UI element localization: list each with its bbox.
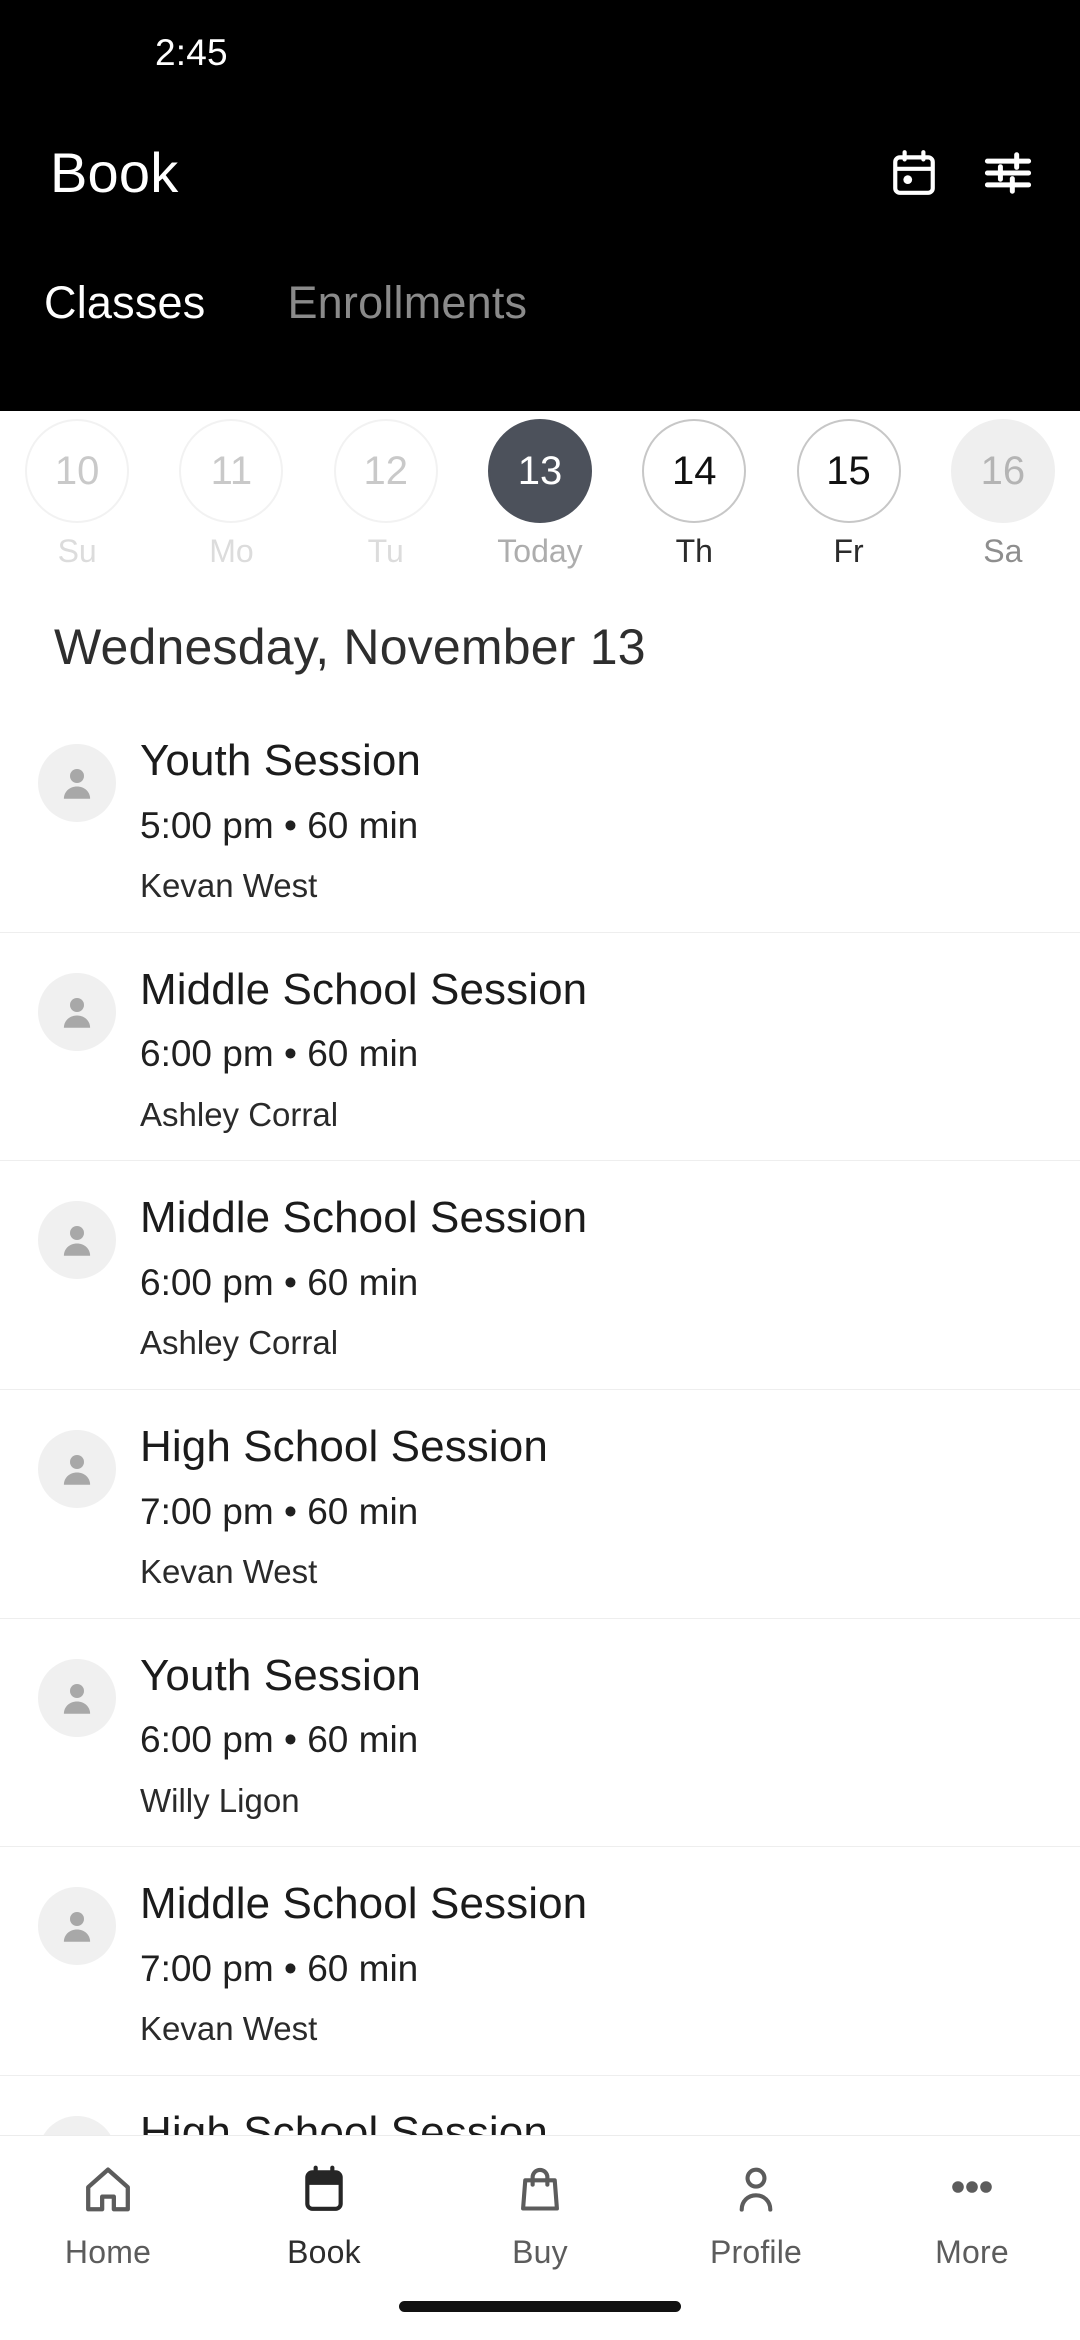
date-chip-number: 14 (642, 419, 747, 523)
date-chip-12[interactable]: 12 Tu (309, 419, 463, 567)
nav-item-label: Buy (512, 2234, 568, 2270)
session-time: 6:00 pm • 60 min (140, 1261, 419, 1303)
instructor-avatar-icon (38, 1429, 116, 1508)
session-list-item-partial[interactable]: High School Session (0, 2075, 1080, 2135)
date-chip-weekday: Th (675, 533, 713, 569)
nav-item-book[interactable]: Book (216, 2158, 432, 2271)
session-time: 6:00 pm • 60 min (140, 1719, 419, 1761)
date-chip-number: 12 (333, 419, 438, 523)
nav-item-label: More (935, 2234, 1009, 2270)
nav-item-home[interactable]: Home (0, 2158, 216, 2271)
nav-item-buy[interactable]: Buy (432, 2158, 648, 2271)
session-details: Middle School Session 6:00 pm • 60 min A… (140, 1189, 587, 1363)
nav-item-label: Home (64, 2234, 152, 2270)
session-list-item[interactable]: Middle School Session 7:00 pm • 60 min K… (0, 1847, 1080, 2076)
session-details: Youth Session 6:00 pm • 60 min Willy Lig… (140, 1647, 421, 1821)
session-title: Middle School Session (140, 964, 588, 1014)
header-tabs: Classes Enrollments (0, 240, 1080, 365)
session-time: 5:00 pm • 60 min (140, 804, 419, 846)
date-chip-number: 15 (796, 419, 901, 523)
date-chip-14[interactable]: 14 Th (617, 419, 771, 567)
date-chip-weekday: Today (497, 533, 583, 569)
instructor-avatar-icon (38, 1658, 116, 1737)
filter-sliders-icon[interactable] (980, 145, 1036, 201)
session-list-item[interactable]: Youth Session 5:00 pm • 60 min Kevan Wes… (0, 704, 1080, 933)
session-instructor: Ashley Corral (140, 1324, 339, 1362)
date-chip-weekday: Sa (983, 533, 1023, 569)
nav-item-label: Profile (709, 2234, 803, 2270)
app-root: 2:45 Book Classes Enrollments 10 Su 11 M… (0, 0, 1080, 2340)
nav-item-label: Book (287, 2234, 361, 2270)
bottom-navigation: Home Book Buy Profile More (0, 2135, 1080, 2340)
session-list-item[interactable]: High School Session 7:00 pm • 60 min Kev… (0, 1389, 1080, 1619)
date-chip-number: 10 (25, 419, 130, 523)
date-chip-10[interactable]: 10 Su (0, 419, 154, 567)
date-chip-weekday: Tu (367, 533, 404, 569)
nav-item-profile[interactable]: Profile (648, 2158, 864, 2271)
session-time: 7:00 pm • 60 min (140, 1490, 419, 1532)
session-time: 7:00 pm • 60 min (140, 1947, 419, 1989)
session-title: High School Session (140, 2107, 548, 2135)
date-chip-11[interactable]: 11 Mo (154, 419, 308, 567)
session-title: Youth Session (140, 736, 422, 785)
page-title: Book (50, 141, 179, 204)
nav-item-more[interactable]: More (864, 2158, 1080, 2271)
app-bar-actions (886, 145, 1036, 201)
instructor-avatar-icon (38, 1201, 116, 1280)
session-details: High School Session (140, 2104, 548, 2135)
session-title: Youth Session (140, 1650, 422, 1700)
tab-classes[interactable]: Classes (34, 271, 215, 335)
status-bar-clock: 2:45 (155, 31, 228, 73)
date-chip-16[interactable]: 16 Sa (926, 419, 1080, 567)
tab-enrollments[interactable]: Enrollments (277, 271, 537, 335)
instructor-avatar-icon (38, 972, 116, 1051)
date-chip-number: 11 (179, 419, 284, 523)
session-instructor: Kevan West (140, 867, 318, 905)
instructor-avatar-icon (38, 1887, 116, 1966)
person-icon (730, 2158, 782, 2220)
session-details: High School Session 7:00 pm • 60 min Kev… (140, 1418, 548, 1592)
date-chip-15[interactable]: 15 Fr (771, 419, 925, 567)
session-instructor: Willy Ligon (140, 1781, 300, 1819)
session-instructor: Ashley Corral (140, 1095, 339, 1133)
app-header: 2:45 Book Classes Enrollments (0, 0, 1080, 411)
date-strip[interactable]: 10 Su 11 Mo 12 Tu 13 Today 14 Th 15 Fr 1… (0, 411, 1080, 596)
home-indicator[interactable] (399, 2301, 681, 2312)
instructor-avatar-icon (38, 2115, 116, 2135)
home-icon (81, 2158, 135, 2220)
date-chip-number: 13 (487, 419, 592, 523)
session-time: 6:00 pm • 60 min (140, 1033, 419, 1075)
status-bar: 2:45 (0, 0, 1080, 105)
session-list-item[interactable]: Middle School Session 6:00 pm • 60 min A… (0, 932, 1080, 1162)
calendar-icon (299, 2158, 349, 2220)
session-title: Middle School Session (140, 1193, 588, 1243)
date-chip-weekday: Mo (209, 533, 254, 569)
session-title: Middle School Session (140, 1879, 588, 1929)
date-chip-weekday: Su (57, 533, 97, 569)
instructor-avatar-icon (38, 744, 116, 822)
session-details: Middle School Session 7:00 pm • 60 min K… (140, 1875, 587, 2049)
session-details: Youth Session 5:00 pm • 60 min Kevan Wes… (140, 732, 421, 906)
date-chip-weekday: Fr (833, 533, 864, 569)
app-bar: Book (0, 105, 1080, 240)
more-dots-icon (942, 2158, 1002, 2220)
session-instructor: Kevan West (140, 2010, 318, 2048)
session-title: High School Session (140, 1421, 548, 1471)
session-list-item[interactable]: Youth Session 6:00 pm • 60 min Willy Lig… (0, 1618, 1080, 1848)
session-instructor: Kevan West (140, 1553, 318, 1591)
session-list-item[interactable]: Middle School Session 6:00 pm • 60 min A… (0, 1161, 1080, 1390)
selected-date-heading: Wednesday, November 13 (54, 619, 646, 675)
date-chip-number: 16 (950, 419, 1055, 523)
session-list[interactable]: Youth Session 5:00 pm • 60 min Kevan Wes… (0, 704, 1080, 2135)
calendar-icon[interactable] (886, 145, 942, 201)
date-chip-13-today-selected[interactable]: 13 Today (463, 419, 617, 567)
session-details: Middle School Session 6:00 pm • 60 min A… (140, 961, 587, 1135)
bag-icon (514, 2158, 566, 2220)
